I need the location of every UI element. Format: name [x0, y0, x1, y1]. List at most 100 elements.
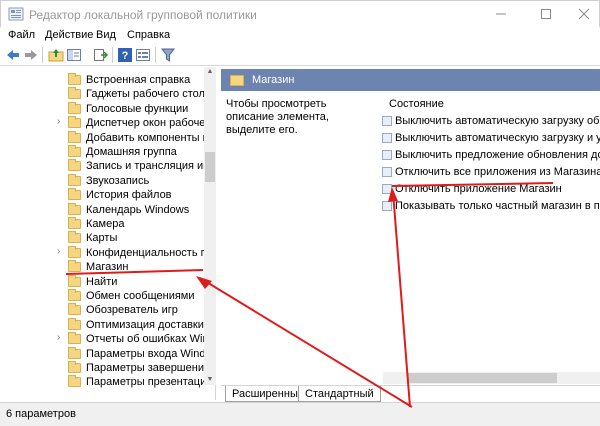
svg-text:?: ? [122, 50, 129, 62]
tree-item-label: Оптимизация доставки [86, 318, 204, 331]
folder-icon [68, 274, 81, 287]
setting-row[interactable]: Отключить приложение Магазин [382, 181, 600, 197]
folder-icon [68, 173, 81, 186]
tree-item-label: Магазин [86, 261, 129, 274]
policy-setting-icon [382, 201, 392, 211]
tree-item-label: Домашняя группа [86, 146, 177, 158]
tree-item[interactable]: Добавить компоненты в W [0, 130, 204, 145]
forward-arrow-icon[interactable] [23, 47, 39, 63]
chevron-right-icon[interactable]: › [57, 116, 60, 127]
tree-item[interactable]: Карты [0, 231, 204, 245]
setting-label: Выключить предложение обновления до посл… [395, 149, 600, 161]
tree-item-label: Добавить компоненты в W [86, 131, 204, 144]
scroll-thumb[interactable] [205, 152, 215, 182]
tree-item[interactable]: Запись и трансляция игр W [0, 159, 204, 173]
menu-help[interactable]: Справка [127, 29, 170, 41]
tree-item[interactable]: История файлов [0, 188, 204, 202]
tree-pane: Встроенная справка Гаджеты рабочего стола… [0, 67, 216, 400]
setting-row[interactable]: Выключить автоматическую загрузку и уста… [382, 130, 600, 146]
folder-icon [68, 87, 81, 100]
maximize-icon[interactable] [538, 6, 554, 22]
folder-icon [68, 101, 81, 114]
menu-action[interactable]: Действие [45, 29, 93, 41]
tree-item[interactable]: › Отчеты об ошибках Windo [0, 332, 204, 346]
folder-icon [68, 116, 81, 129]
tree-item[interactable]: Параметры завершения раб [0, 361, 204, 375]
tree-item-label: История файлов [86, 189, 172, 202]
tree-item[interactable]: Камера [0, 217, 204, 231]
tree-item[interactable]: Гаджеты рабочего стола [0, 87, 204, 101]
column-header-state[interactable]: Состояние [382, 96, 600, 112]
tree-item[interactable]: › Диспетчер окон рабочего ст [0, 116, 204, 130]
folder-icon [68, 303, 81, 316]
tree-item-label: Отчеты об ошибках Windo [86, 333, 204, 346]
policy-setting-icon [382, 167, 392, 177]
tree-item[interactable]: › Конфиденциальность прил [0, 245, 204, 260]
tree-item-label: Обмен сообщениями [86, 290, 195, 302]
setting-label: Отключить приложение Магазин [395, 183, 562, 195]
show-hide-tree-icon[interactable] [66, 47, 82, 63]
tree-vertical-scrollbar[interactable]: ▲ ▼ [204, 67, 216, 385]
folder-icon [68, 361, 81, 373]
tab-standard[interactable]: Стандартный [298, 386, 381, 402]
scroll-down-arrow-icon[interactable]: ▼ [204, 375, 216, 385]
scroll-thumb[interactable] [407, 373, 557, 383]
tree-item[interactable]: Магазин [0, 260, 204, 274]
view-tabs: Расширенный Стандартный [221, 385, 600, 402]
folder-icon [68, 289, 81, 301]
tree-item[interactable]: Параметры презентации [0, 375, 204, 389]
setting-label: Отключить все приложения из Магазина Win… [395, 166, 600, 178]
export-list-icon[interactable] [92, 47, 108, 63]
tree-item-label: Камера [86, 218, 125, 230]
toolbar-separator [155, 47, 156, 63]
setting-row[interactable]: Выключить автоматическую загрузку обновл… [382, 113, 600, 129]
setting-row[interactable]: Выключить предложение обновления до посл… [382, 147, 600, 163]
description-text: Чтобы просмотреть описание элемента, выд… [226, 98, 329, 136]
tree-item[interactable]: Оптимизация доставки [0, 317, 204, 332]
folder-icon [68, 375, 81, 388]
tree-item-label: Звукозапись [86, 174, 150, 187]
chevron-right-icon[interactable]: › [57, 332, 60, 343]
column-header-label: Состояние [389, 98, 444, 110]
tree-item-label: Календарь Windows [86, 203, 190, 216]
menu-view[interactable]: Вид [96, 29, 116, 41]
tree-item[interactable]: Обозреватель игр [0, 303, 204, 317]
tree-item[interactable]: Звукозапись [0, 173, 204, 188]
setting-row[interactable]: Показывать только частный магазин в прил… [382, 198, 600, 214]
tree-item-label: Конфиденциальность прил [86, 246, 204, 259]
setting-row[interactable]: Отключить все приложения из Магазина Win… [382, 164, 600, 180]
folder-icon [68, 260, 81, 273]
tree-item[interactable]: Календарь Windows [0, 202, 204, 217]
tree-item-label: Параметры входа Windows [86, 347, 204, 360]
setting-label: Выключить автоматическую загрузку обновл… [395, 115, 600, 127]
tree-item-label: Диспетчер окон рабочего ст [86, 117, 204, 130]
chevron-right-icon[interactable]: › [57, 246, 60, 257]
tree-item[interactable]: Встроенная справка [0, 73, 204, 87]
up-folder-icon[interactable] [48, 47, 64, 63]
folder-icon [68, 73, 81, 85]
close-icon[interactable] [576, 6, 592, 22]
scroll-up-arrow-icon[interactable]: ▲ [204, 67, 216, 77]
menu-file[interactable]: Файл [8, 29, 35, 41]
tree-item-label: Параметры презентации [86, 376, 204, 389]
help-icon[interactable]: ? [117, 47, 133, 63]
minimize-icon[interactable] [493, 6, 509, 22]
tree-item[interactable]: Найти [0, 274, 204, 289]
window-title: Редактор локальной групповой политики [29, 8, 257, 22]
folder-icon [68, 332, 81, 345]
properties-icon[interactable] [135, 47, 151, 63]
tree-item[interactable]: Обмен сообщениями [0, 289, 204, 303]
tree-item[interactable]: Голосовые функции [0, 101, 204, 116]
policy-setting-icon [382, 184, 392, 194]
policy-setting-icon [382, 150, 392, 160]
tree-item-label: Карты [86, 232, 118, 245]
details-horizontal-scrollbar[interactable] [383, 372, 600, 384]
folder-icon [68, 317, 81, 330]
tree-item[interactable]: Параметры входа Windows [0, 346, 204, 361]
filter-icon[interactable] [160, 47, 176, 63]
toolbar-separator [112, 47, 113, 63]
app-icon [8, 7, 24, 21]
tree-item[interactable]: Домашняя группа [0, 145, 204, 159]
back-arrow-icon[interactable] [5, 47, 21, 63]
folder-icon [68, 231, 81, 244]
